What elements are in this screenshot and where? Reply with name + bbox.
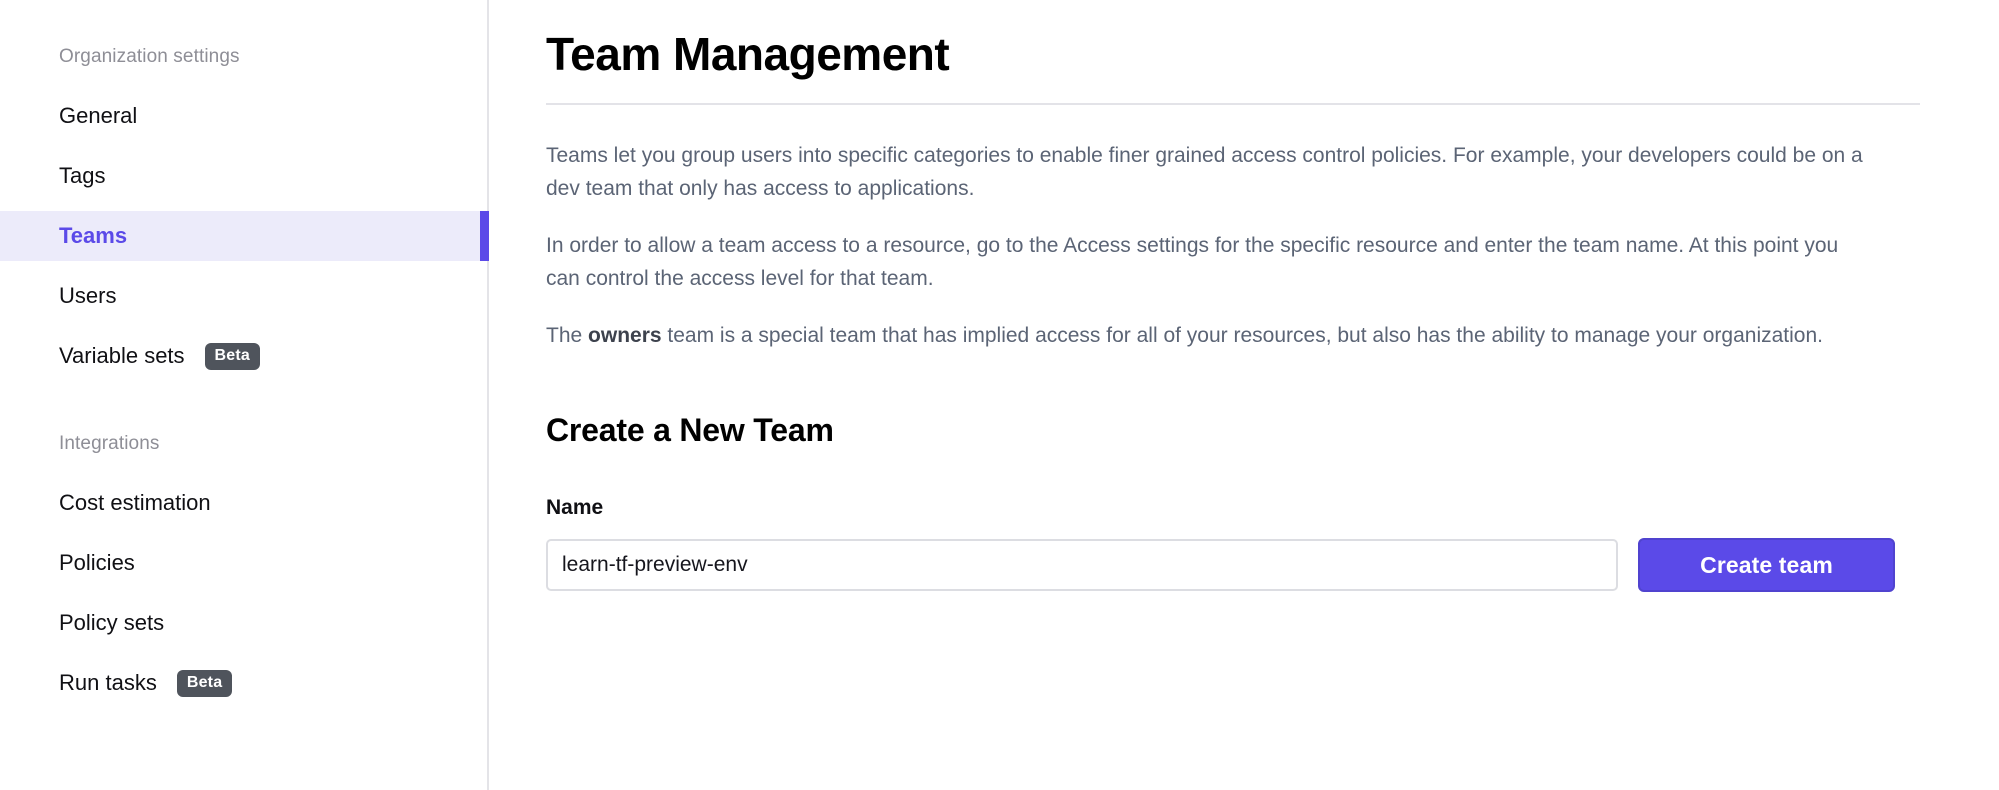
- sidebar-item-label: General: [59, 103, 138, 128]
- sidebar-item-label: Tags: [59, 163, 106, 188]
- create-team-form: Create team: [546, 538, 1999, 592]
- sidebar-item-label: Teams: [59, 223, 128, 248]
- page-title: Team Management: [546, 28, 950, 80]
- main-content: Team Management Teams let you group user…: [489, 0, 1999, 790]
- intro-paragraph-3: The owners team is a special team that h…: [546, 319, 1866, 352]
- sidebar-item-general[interactable]: General: [0, 91, 487, 141]
- sidebar-item-tags[interactable]: Tags: [0, 151, 487, 201]
- sidebar-item-label: Policy sets: [59, 610, 165, 635]
- owners-emphasis: owners: [588, 324, 662, 347]
- intro-paragraph-2: In order to allow a team access to a res…: [546, 234, 1839, 290]
- sidebar-item-label: Variable sets: [59, 343, 185, 368]
- title-divider: [546, 103, 1920, 105]
- sidebar-section-label-integrations: Integrations: [59, 433, 160, 454]
- paragraph-3-suffix: team is a special team that has implied …: [661, 324, 1823, 347]
- sidebar-item-cost-estimation[interactable]: Cost estimation: [0, 478, 487, 528]
- sidebar-item-label: Run tasks: [59, 670, 157, 695]
- sidebar-item-label: Users: [59, 283, 117, 308]
- sidebar-item-run-tasks[interactable]: Run tasks Beta: [0, 658, 487, 708]
- sidebar-item-users[interactable]: Users: [0, 271, 487, 321]
- sidebar-section-label-organization-settings: Organization settings: [59, 46, 240, 67]
- beta-badge: Beta: [204, 342, 261, 370]
- sidebar: Organization settings General Tags Teams…: [0, 0, 489, 790]
- sidebar-item-label: Cost estimation: [59, 490, 211, 515]
- create-team-button[interactable]: Create team: [1638, 538, 1895, 592]
- intro-paragraph-1: Teams let you group users into specific …: [546, 144, 1863, 200]
- team-name-input[interactable]: [546, 539, 1618, 591]
- sidebar-item-teams[interactable]: Teams: [0, 211, 489, 261]
- sidebar-item-variable-sets[interactable]: Variable sets Beta: [0, 331, 487, 381]
- paragraph-3-prefix: The: [546, 324, 589, 347]
- page-root: Organization settings General Tags Teams…: [0, 0, 1999, 790]
- sidebar-item-policy-sets[interactable]: Policy sets: [0, 598, 487, 648]
- name-field-label: Name: [546, 496, 604, 519]
- beta-badge: Beta: [176, 669, 233, 697]
- create-team-heading: Create a New Team: [546, 412, 834, 448]
- sidebar-item-label: Policies: [59, 550, 135, 575]
- sidebar-item-policies[interactable]: Policies: [0, 538, 487, 588]
